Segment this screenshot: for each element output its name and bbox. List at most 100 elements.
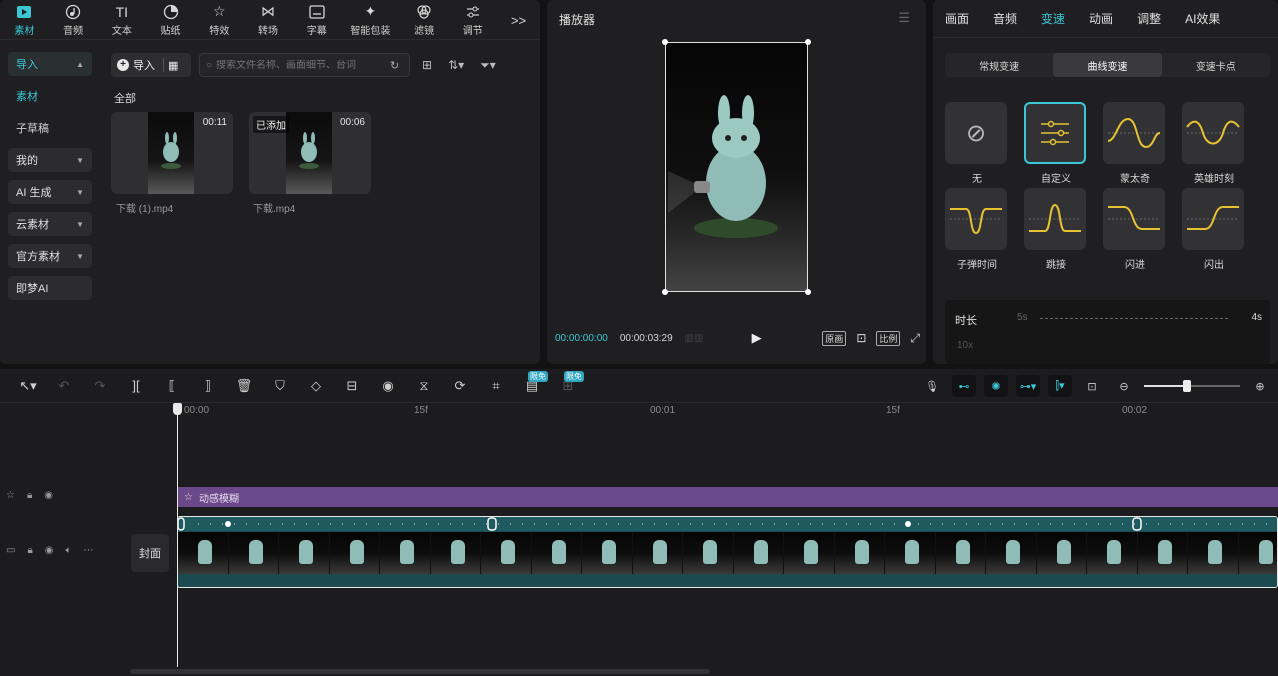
nav-cloud[interactable]: 云素材 ▼ — [8, 212, 92, 236]
timeline-scrollbar[interactable] — [130, 669, 710, 674]
nav-draft[interactable]: 子草稿 — [8, 116, 92, 140]
split-right-button[interactable]: ⟧ — [190, 369, 226, 403]
reverse-button[interactable]: ◉ — [370, 369, 406, 403]
playhead-line[interactable] — [177, 403, 178, 667]
speed-mode-beat[interactable]: 变速卡点 — [1162, 53, 1270, 77]
speed-curve-strip[interactable] — [178, 517, 1277, 531]
curve-label: 跳接 — [1046, 260, 1066, 271]
tab-effects[interactable]: ☆ 特效 — [195, 0, 244, 40]
curve-montage[interactable]: 蒙太奇 — [1103, 102, 1167, 185]
import-button[interactable]: + 导入 ▦ — [111, 53, 191, 77]
nav-import[interactable]: 导入 ▲ — [8, 52, 92, 76]
search-box: ○ ↻ — [199, 53, 410, 77]
nav-official[interactable]: 官方素材 ▼ — [8, 244, 92, 268]
resize-handle[interactable] — [805, 39, 811, 45]
sort-icon[interactable]: ⇅▾ — [444, 58, 468, 72]
tab-adjust[interactable]: 调节 — [448, 0, 497, 40]
tab-audio-props[interactable]: 音频 — [993, 10, 1017, 27]
speed-mode-normal[interactable]: 常规变速 — [945, 53, 1053, 77]
refresh-icon[interactable]: ↻ — [390, 59, 399, 72]
quality-button[interactable]: 原画 — [822, 330, 847, 346]
tab-smart-pack[interactable]: ✦ 智能包装 — [341, 0, 399, 40]
nav-mine[interactable]: 我的 ▼ — [8, 148, 92, 172]
more-icon[interactable]: ⋯ — [84, 545, 94, 556]
divider — [163, 58, 164, 72]
menu-icon[interactable]: ☰ — [898, 10, 910, 26]
curve-flash-in[interactable]: 闪进 — [1103, 188, 1167, 271]
crop-button[interactable]: ⌗ — [478, 369, 514, 403]
redo-button[interactable]: ↷ — [82, 369, 118, 403]
smart-cut-button[interactable]: ⊞ 限免 — [550, 369, 586, 403]
curve-hero[interactable]: 英雄时刻 — [1182, 102, 1246, 185]
video-preview[interactable] — [662, 39, 811, 295]
curve-flash-out[interactable]: 闪出 — [1182, 188, 1246, 271]
search-input[interactable] — [216, 59, 387, 71]
zoom-out-button[interactable]: ⊖ — [1112, 375, 1136, 397]
mark-button[interactable]: ⛉ — [262, 369, 298, 403]
split-left-button[interactable]: ⟦ — [154, 369, 190, 403]
main-track-magnet-button[interactable]: ⊷ — [952, 375, 976, 397]
fit-screen-icon[interactable]: ⊡ — [856, 331, 866, 345]
subtitle-recognize-button[interactable]: ▤ 限免 — [514, 369, 550, 403]
mirror-button[interactable]: ⧖ — [406, 369, 442, 403]
zoom-slider-knob[interactable] — [1183, 380, 1192, 392]
tab-speed[interactable]: 变速 — [1041, 10, 1065, 27]
tab-transition[interactable]: ⋈ 转场 — [244, 0, 293, 40]
zoom-in-button[interactable]: ⊕ — [1248, 375, 1272, 397]
auto-snap-button[interactable]: ✺ — [984, 375, 1008, 397]
speed-mode-curve[interactable]: 曲线变速 — [1053, 53, 1162, 77]
play-button[interactable]: ▶ — [752, 330, 762, 346]
tab-picture[interactable]: 画面 — [945, 10, 969, 27]
fullscreen-icon[interactable]: ⤢ — [910, 331, 920, 346]
eye-icon[interactable]: ◉ — [44, 490, 53, 501]
playhead-handle[interactable] — [173, 403, 182, 415]
zoom-in-icon: ⊕ — [1255, 380, 1265, 393]
select-tool-button[interactable]: ↖▾ — [10, 369, 46, 403]
tab-sticker[interactable]: 贴纸 — [146, 0, 195, 40]
preview-axis-button[interactable]: ⫿▾ — [1048, 375, 1072, 397]
tab-audio[interactable]: 音频 — [49, 0, 98, 40]
tab-animation[interactable]: 动画 — [1089, 10, 1113, 27]
undo-button[interactable]: ↶ — [46, 369, 82, 403]
eye-icon[interactable]: ◉ — [45, 545, 54, 556]
trash-icon: 🗑 — [235, 377, 253, 393]
tab-ai-effects[interactable]: AI效果 — [1185, 10, 1220, 27]
tab-text[interactable]: TI 文本 — [97, 0, 146, 40]
fit-timeline-button[interactable]: ⊡ — [1080, 375, 1104, 397]
resize-handle[interactable] — [662, 39, 668, 45]
curve-none[interactable]: ⊘ 无 — [945, 102, 1009, 185]
speaker-icon[interactable]: 🔈︎ — [66, 545, 72, 556]
marker-button[interactable]: ◇ — [298, 369, 334, 403]
curve-custom[interactable]: 自定义 — [1024, 102, 1088, 185]
more-tabs-button[interactable]: >> — [497, 0, 540, 40]
nav-ai-gen[interactable]: AI 生成 ▼ — [8, 180, 92, 204]
timeline-ruler[interactable]: 00:00 15f 00:01 15f 00:02 — [178, 405, 1278, 419]
lock-icon[interactable]: 🔒︎ — [27, 545, 32, 556]
resize-handle[interactable] — [805, 289, 811, 295]
tab-filter[interactable]: 滤镜 — [400, 0, 449, 40]
nav-media[interactable]: 素材 — [8, 84, 92, 108]
tab-adjust-props[interactable]: 调整 — [1137, 10, 1161, 27]
tab-media[interactable]: 素材 — [0, 0, 49, 40]
rotate-button[interactable]: ⟳ — [442, 369, 478, 403]
split-button[interactable]: ][ — [118, 369, 154, 403]
media-clip-1[interactable]: 00:11 — [111, 112, 233, 194]
curve-bullet-time[interactable]: 子弹时间 — [945, 188, 1009, 271]
link-button[interactable]: ⊶▾ — [1016, 375, 1040, 397]
media-clip-2[interactable]: 已添加 00:06 — [249, 112, 371, 194]
video-clip[interactable] — [177, 516, 1278, 588]
ratio-button[interactable]: 比例 — [876, 330, 901, 346]
nav-jimeng[interactable]: 即梦AI — [8, 276, 92, 300]
zoom-slider[interactable] — [1144, 380, 1240, 392]
resize-handle[interactable] — [662, 289, 668, 295]
freeze-button[interactable]: ⊟ — [334, 369, 370, 403]
record-button[interactable]: 🎙 — [920, 375, 944, 397]
effect-clip[interactable]: ☆ 动感模糊 — [178, 487, 1278, 507]
view-mode-icon[interactable]: ⊞ — [418, 58, 436, 72]
delete-button[interactable]: 🗑 — [226, 369, 262, 403]
filter-funnel-icon[interactable]: ⏷▾ — [476, 58, 500, 73]
cover-button[interactable]: 封面 — [131, 534, 169, 572]
lock-icon[interactable]: 🔒︎ — [27, 490, 32, 501]
tab-subtitle[interactable]: 字幕 — [292, 0, 341, 40]
curve-jump-cut[interactable]: 跳接 — [1024, 188, 1088, 271]
